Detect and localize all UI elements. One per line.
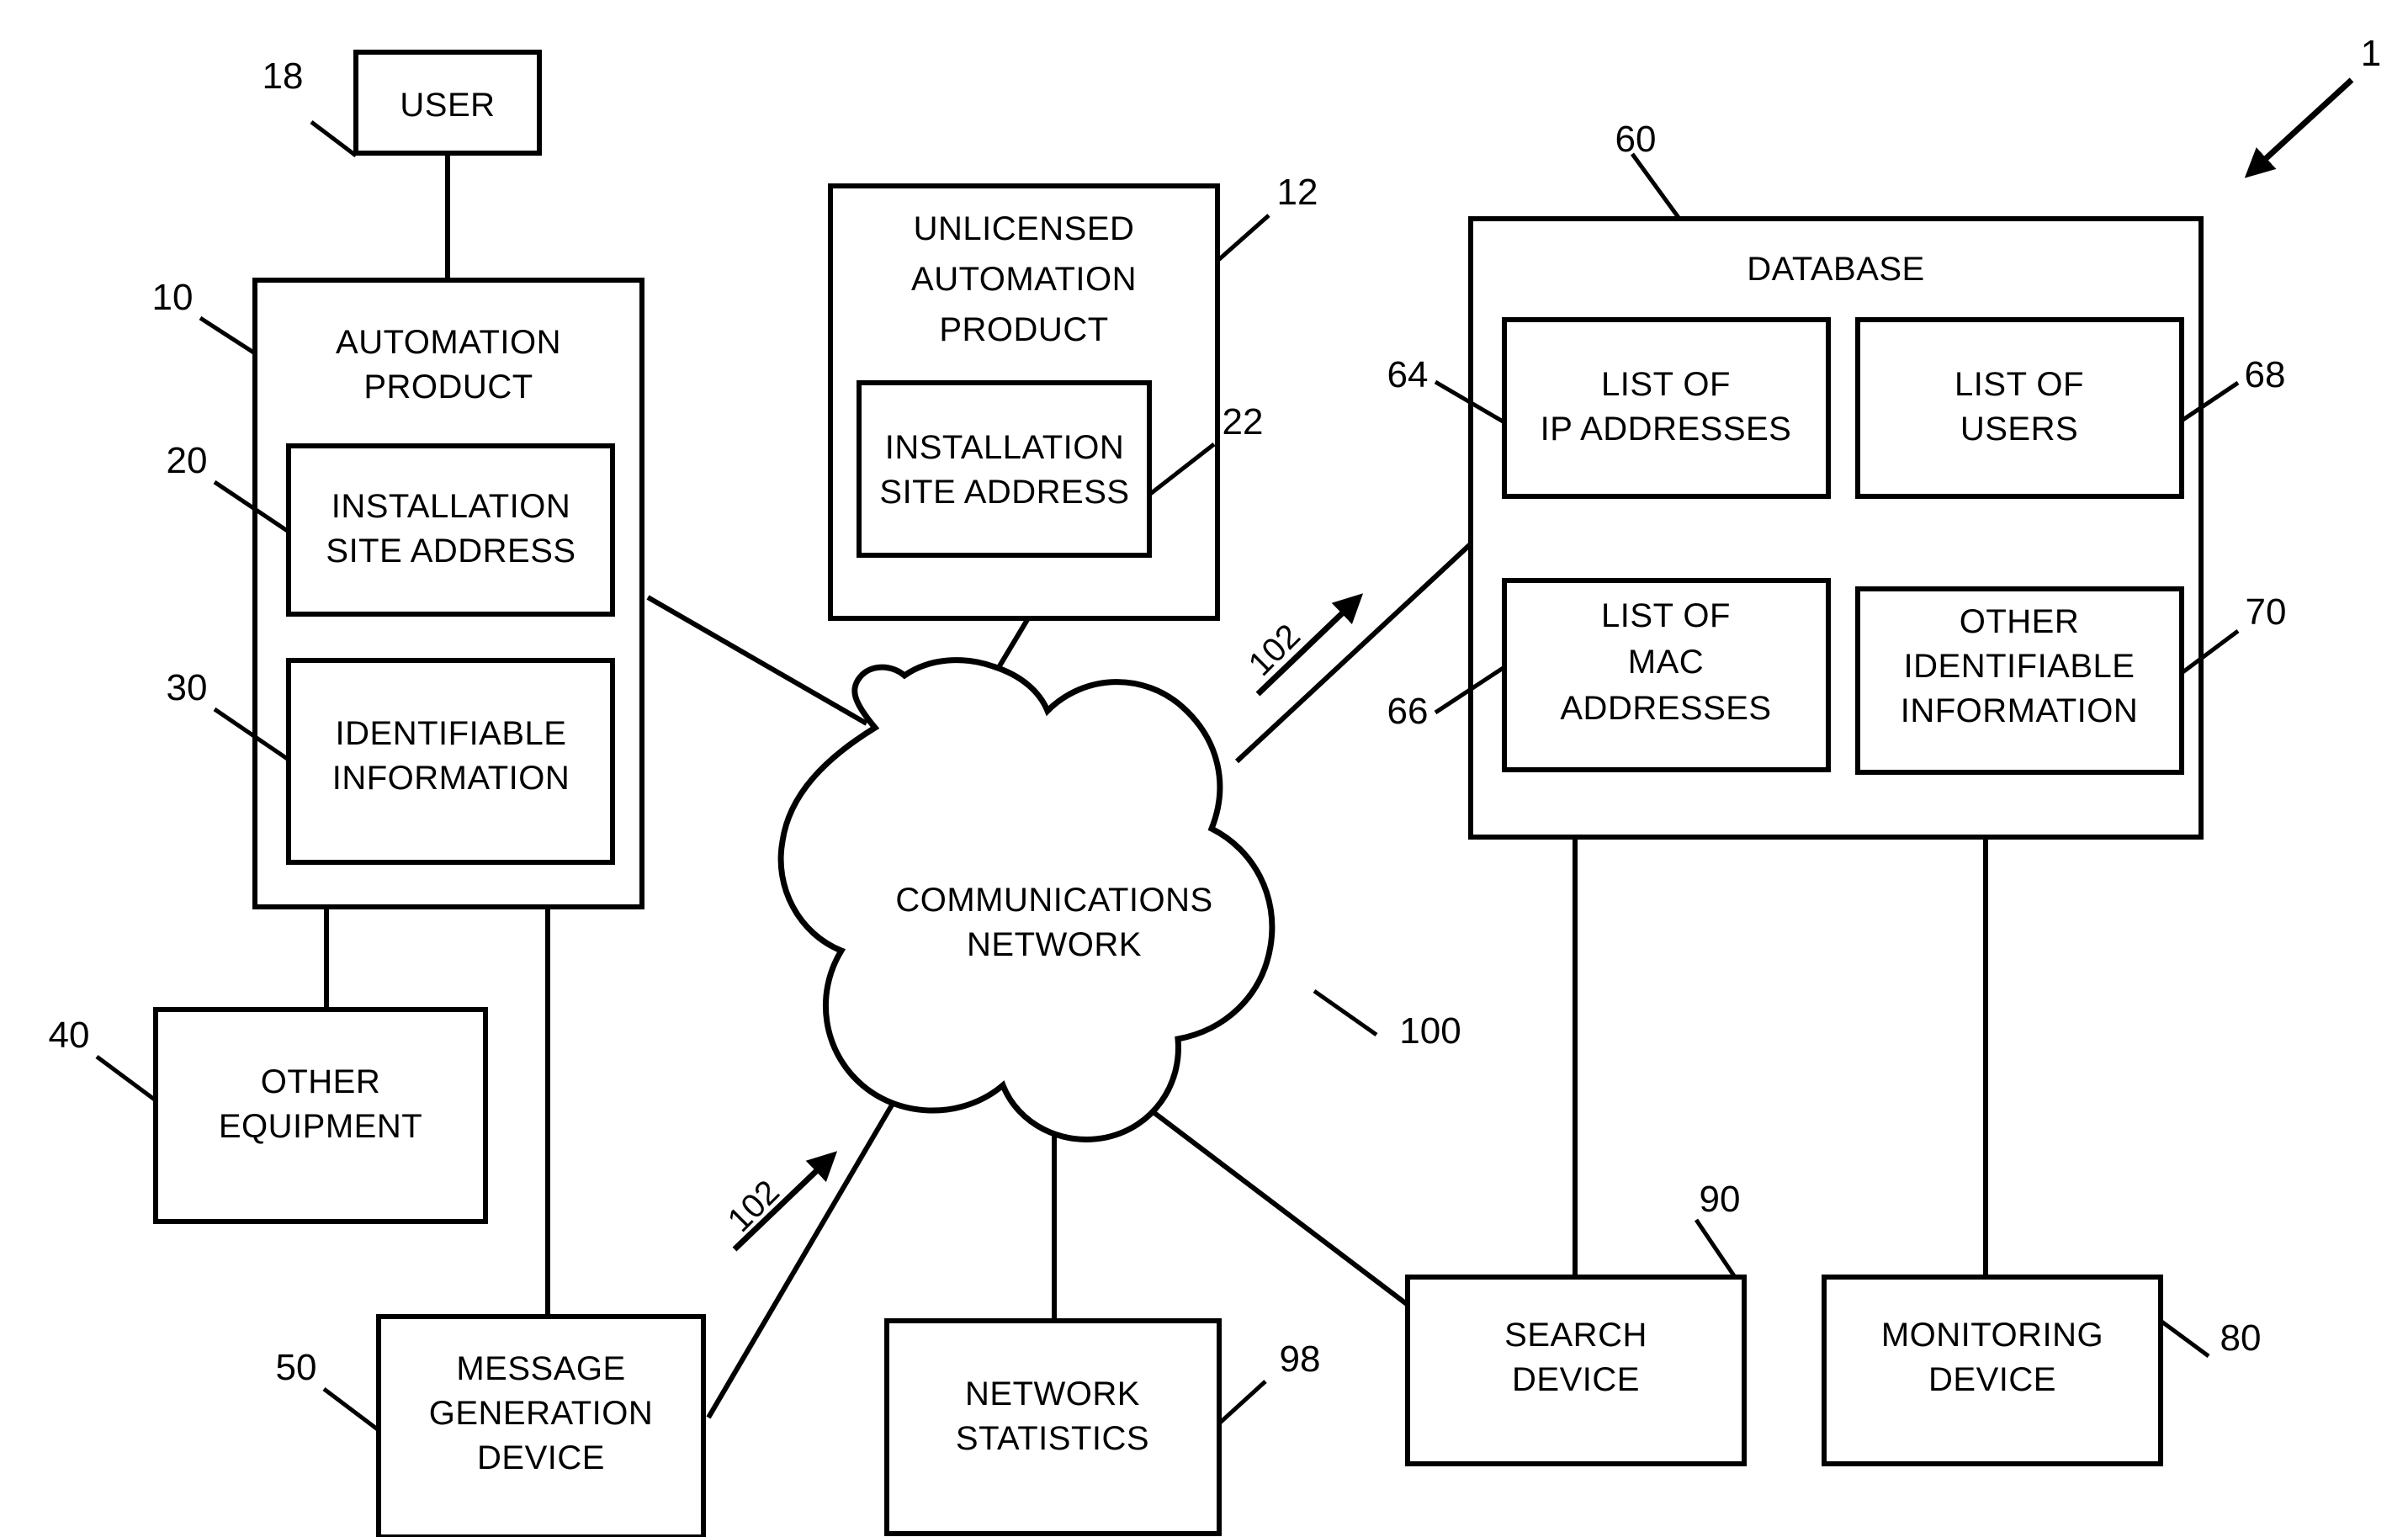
unlicensed-automation-product-label-line3: PRODUCT [939,311,1108,348]
communications-network-cloud[interactable]: COMMUNICATIONS NETWORK [777,657,1276,1142]
network-statistics-box[interactable]: NETWORK STATISTICS [884,1318,1222,1536]
other-identifiable-information-box[interactable]: OTHER IDENTIFIABLE INFORMATION [1855,586,2184,775]
message-generation-device-label-line1: MESSAGE [456,1350,625,1387]
message-generation-device-label-line2: GENERATION [429,1395,654,1432]
leader-50 [322,1387,380,1432]
database-box[interactable]: DATABASE LIST OF IP ADDRESSES LIST OF US… [1468,216,2204,840]
installation-site-address-rect-20 [286,443,615,617]
ref-num-12: 12 [1277,172,1318,213]
flow-ref-102-right: 102 [1242,617,1307,683]
ref-num-60: 60 [1615,119,1657,160]
installation-site-address-label-line2-20: SITE ADDRESS [326,533,575,570]
installation-site-address-label-line1-22: INSTALLATION [885,429,1125,466]
ref-num-66: 66 [1387,691,1429,732]
installation-site-address-rect-22 [857,380,1152,558]
monitoring-device-box[interactable]: MONITORING DEVICE [1822,1275,2163,1466]
list-of-ip-addresses-label-line2: IP ADDRESSES [1541,411,1792,448]
list-of-users-label-line2: USERS [1960,411,2078,448]
flow-arrow-network-to-database: 102 [1242,593,1364,697]
other-equipment-label-line1: OTHER [261,1063,381,1100]
installation-site-address-label-line1-20: INSTALLATION [331,488,571,525]
leader-98 [1217,1380,1267,1425]
unlicensed-automation-product-box[interactable]: UNLICENSED AUTOMATION PRODUCT INSTALLATI… [828,183,1220,621]
list-of-mac-addresses-label-line3: ADDRESSES [1560,690,1771,727]
database-label: DATABASE [1747,251,1924,288]
communications-network-label-line1: COMMUNICATIONS [895,882,1212,919]
list-of-users-rect [1855,317,2184,499]
unlicensed-automation-product-label-line2: AUTOMATION [911,261,1137,298]
installation-site-address-label-line2-22: SITE ADDRESS [879,474,1129,511]
other-equipment-label-line2: EQUIPMENT [219,1108,422,1145]
leader-100 [1313,988,1378,1037]
ref-num-30: 30 [167,667,208,708]
user-box-label: USER [400,87,495,124]
list-of-ip-addresses-rect [1502,317,1831,499]
communications-network-label-line2: NETWORK [967,926,1142,963]
list-of-mac-addresses-label-line1: LIST OF [1601,597,1731,634]
connector-network-search-device [1138,1100,1419,1315]
leader-12 [1216,214,1270,262]
ref-num-10: 10 [152,277,194,318]
ref-num-64: 64 [1387,354,1429,395]
installation-site-address-box-20[interactable]: INSTALLATION SITE ADDRESS [286,443,615,617]
leader-40 [95,1054,157,1103]
ref-num-68: 68 [2245,354,2286,395]
patent-figure: COMMUNICATIONS NETWORK USER AUTOMATION P… [0,0,2408,1537]
list-of-ip-addresses-label-line1: LIST OF [1601,366,1731,403]
automation-product-box[interactable]: AUTOMATION PRODUCT INSTALLATION SITE ADD… [252,278,644,909]
list-of-users-label-line1: LIST OF [1955,366,2084,403]
ref-num-50: 50 [276,1347,317,1388]
ref-num-90: 90 [1700,1179,1741,1220]
ref-num-80: 80 [2220,1317,2262,1359]
figure-ref-arrow-line [2244,77,2354,178]
search-device-label-line1: SEARCH [1504,1317,1647,1354]
monitoring-device-label-line1: MONITORING [1881,1317,2103,1354]
leader-10 [199,315,257,356]
network-statistics-label-line2: STATISTICS [956,1420,1149,1457]
ref-num-70: 70 [2246,591,2287,633]
list-of-ip-addresses-box[interactable]: LIST OF IP ADDRESSES [1502,317,1831,499]
other-identifiable-information-label-line1: OTHER [1960,603,2080,640]
installation-site-address-box-22[interactable]: INSTALLATION SITE ADDRESS [857,380,1152,558]
connector-message-device-network [706,1092,901,1419]
user-box[interactable]: USER [353,50,542,156]
ref-num-20: 20 [167,440,208,481]
search-device-label-line2: DEVICE [1512,1361,1640,1398]
ref-num-40: 40 [49,1015,90,1056]
identifiable-information-box-30[interactable]: IDENTIFIABLE INFORMATION [286,658,615,865]
message-generation-device-box[interactable]: MESSAGE GENERATION DEVICE [376,1314,706,1537]
identifiable-information-label-line1-30: IDENTIFIABLE [336,715,567,752]
ref-num-18: 18 [263,56,304,97]
ref-num-22: 22 [1223,401,1264,443]
figure-reference-arrow: 1 [2244,33,2381,178]
figure-ref-number: 1 [2361,33,2381,74]
message-generation-device-label-line3: DEVICE [477,1439,605,1476]
other-equipment-box[interactable]: OTHER EQUIPMENT [153,1007,488,1224]
network-statistics-label-line1: NETWORK [965,1375,1140,1412]
leader-80 [2159,1318,2210,1359]
ref-num-98: 98 [1280,1338,1321,1380]
identifiable-information-label-line2-30: INFORMATION [332,760,570,797]
automation-product-label-line2: PRODUCT [363,368,533,405]
list-of-mac-addresses-box[interactable]: LIST OF MAC ADDRESSES [1502,578,1831,772]
monitoring-device-label-line2: DEVICE [1928,1361,2056,1398]
figure-canvas: COMMUNICATIONS NETWORK USER AUTOMATION P… [49,33,2381,1537]
other-identifiable-information-label-line2: IDENTIFIABLE [1904,648,2135,685]
search-device-box[interactable]: SEARCH DEVICE [1405,1275,1747,1466]
leader-60 [1630,152,1682,220]
unlicensed-automation-product-label-line1: UNLICENSED [914,210,1135,247]
automation-product-label-line1: AUTOMATION [336,324,561,361]
leader-90 [1694,1218,1737,1279]
flow-ref-102-left: 102 [721,1174,787,1239]
ref-num-100: 100 [1399,1010,1461,1052]
list-of-users-box[interactable]: LIST OF USERS [1855,317,2184,499]
other-identifiable-information-label-line3: INFORMATION [1901,692,2139,729]
list-of-mac-addresses-label-line2: MAC [1628,644,1704,681]
leader-18 [310,120,358,157]
